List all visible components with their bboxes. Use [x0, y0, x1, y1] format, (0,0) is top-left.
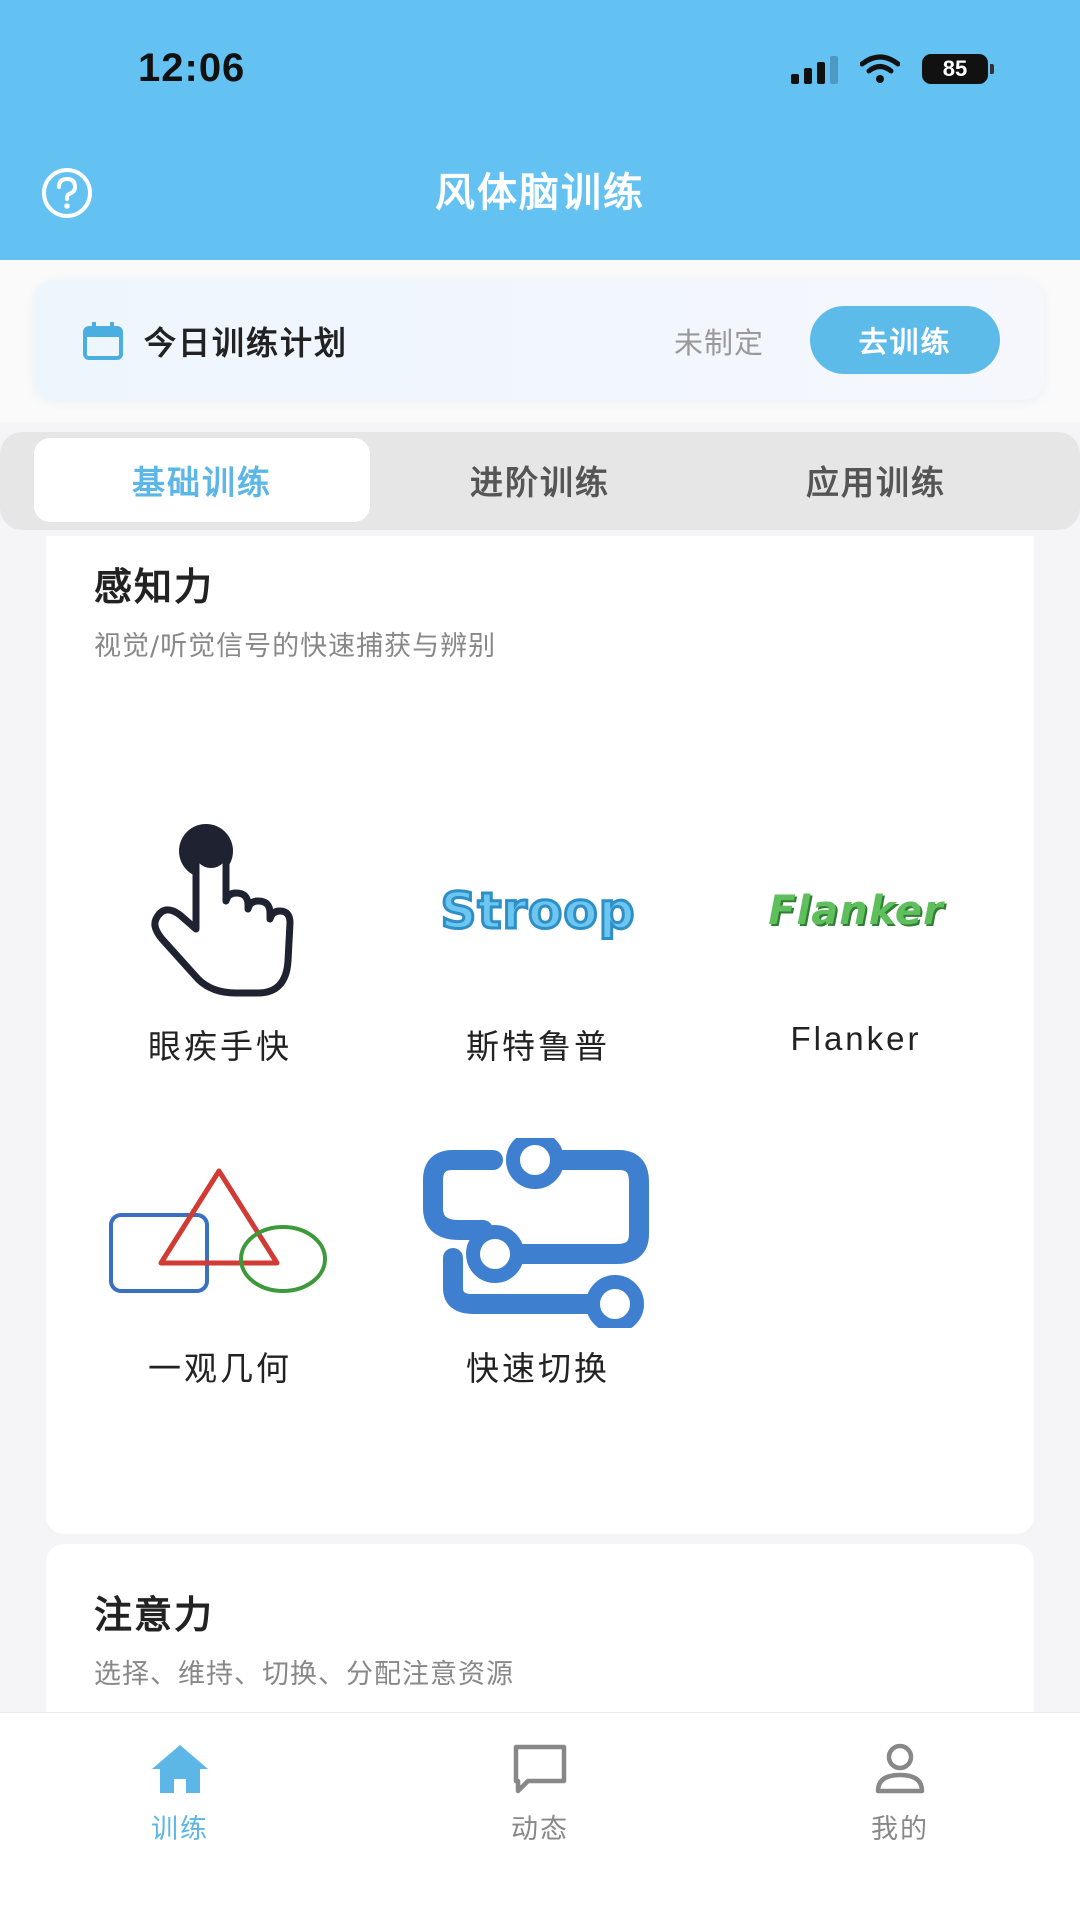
user-icon [875, 1743, 925, 1794]
training-item-geometry[interactable]: 一观几何 [70, 1138, 370, 1418]
training-item-quick-switch[interactable]: 快速切换 [388, 1138, 688, 1418]
wifi-icon [860, 54, 900, 83]
category-subtitle: 选择、维持、切换、分配注意资源 [94, 1659, 514, 1690]
category-title: 感知力 [94, 565, 215, 609]
status-time: 12:06 [138, 46, 246, 90]
go-train-button[interactable]: 去训练 [810, 306, 1000, 374]
training-item-label: 快速切换 [466, 1349, 610, 1388]
nav-item-feed[interactable]: 动态 [440, 1741, 640, 1851]
training-item-label: Flanker [790, 1020, 922, 1057]
battery-icon: 85 [922, 54, 994, 84]
training-item-label: 眼疾手快 [148, 1027, 292, 1066]
page-title: 风体脑训练 [435, 170, 645, 216]
nav-item-training[interactable]: 训练 [80, 1741, 280, 1851]
plan-label: 今日训练计划 [144, 324, 349, 362]
training-item-flanker[interactable]: Flanker Flanker [706, 816, 1006, 1096]
calendar-icon [83, 322, 123, 360]
category-card-perception: 感知力 视觉/听觉信号的快速捕获与辨别 眼疾手快 Stroop 斯特鲁普 Fla… [46, 536, 1034, 1534]
app-screen: 12:06 85 风体脑训练 今日训练计划 未制定 去训练 基础训练 进阶训练 … [0, 0, 1080, 1920]
cellular-signal-icon [791, 54, 838, 84]
chat-icon [513, 1744, 567, 1794]
training-item-stroop[interactable]: Stroop 斯特鲁普 [388, 816, 688, 1096]
category-subtitle: 视觉/听觉信号的快速捕获与辨别 [94, 631, 497, 662]
training-item-eye-hand[interactable]: 眼疾手快 [70, 816, 370, 1096]
training-item-label: 斯特鲁普 [466, 1027, 610, 1066]
home-icon [152, 1745, 208, 1793]
status-indicators: 85 [791, 54, 994, 84]
nav-label: 训练 [151, 1814, 209, 1845]
nav-label: 我的 [871, 1814, 929, 1845]
training-item-label: 一观几何 [148, 1349, 292, 1388]
tab-applied-training[interactable]: 应用训练 [708, 438, 1044, 522]
today-plan-card[interactable]: 今日训练计划 未制定 去训练 [34, 280, 1044, 400]
training-tabs: 基础训练 进阶训练 应用训练 [0, 432, 1080, 530]
plan-status: 未制定 [674, 326, 765, 360]
bottom-navigation: 训练 动态 我的 [0, 1712, 1080, 1920]
flanker-logo: Flanker [768, 888, 944, 934]
category-title: 注意力 [94, 1593, 215, 1637]
stroop-logo: Stroop [439, 881, 636, 942]
tap-hand-icon [151, 824, 294, 997]
plan-section: 今日训练计划 未制定 去训练 [0, 260, 1080, 422]
tab-advanced-training[interactable]: 进阶训练 [372, 438, 708, 522]
switch-path-icon [423, 1138, 649, 1328]
app-header: 12:06 85 风体脑训练 [0, 0, 1080, 260]
nav-item-profile[interactable]: 我的 [800, 1741, 1000, 1851]
nav-label: 动态 [511, 1814, 569, 1845]
tab-basic-training[interactable]: 基础训练 [34, 438, 370, 522]
geometry-shapes-icon [109, 1168, 327, 1293]
